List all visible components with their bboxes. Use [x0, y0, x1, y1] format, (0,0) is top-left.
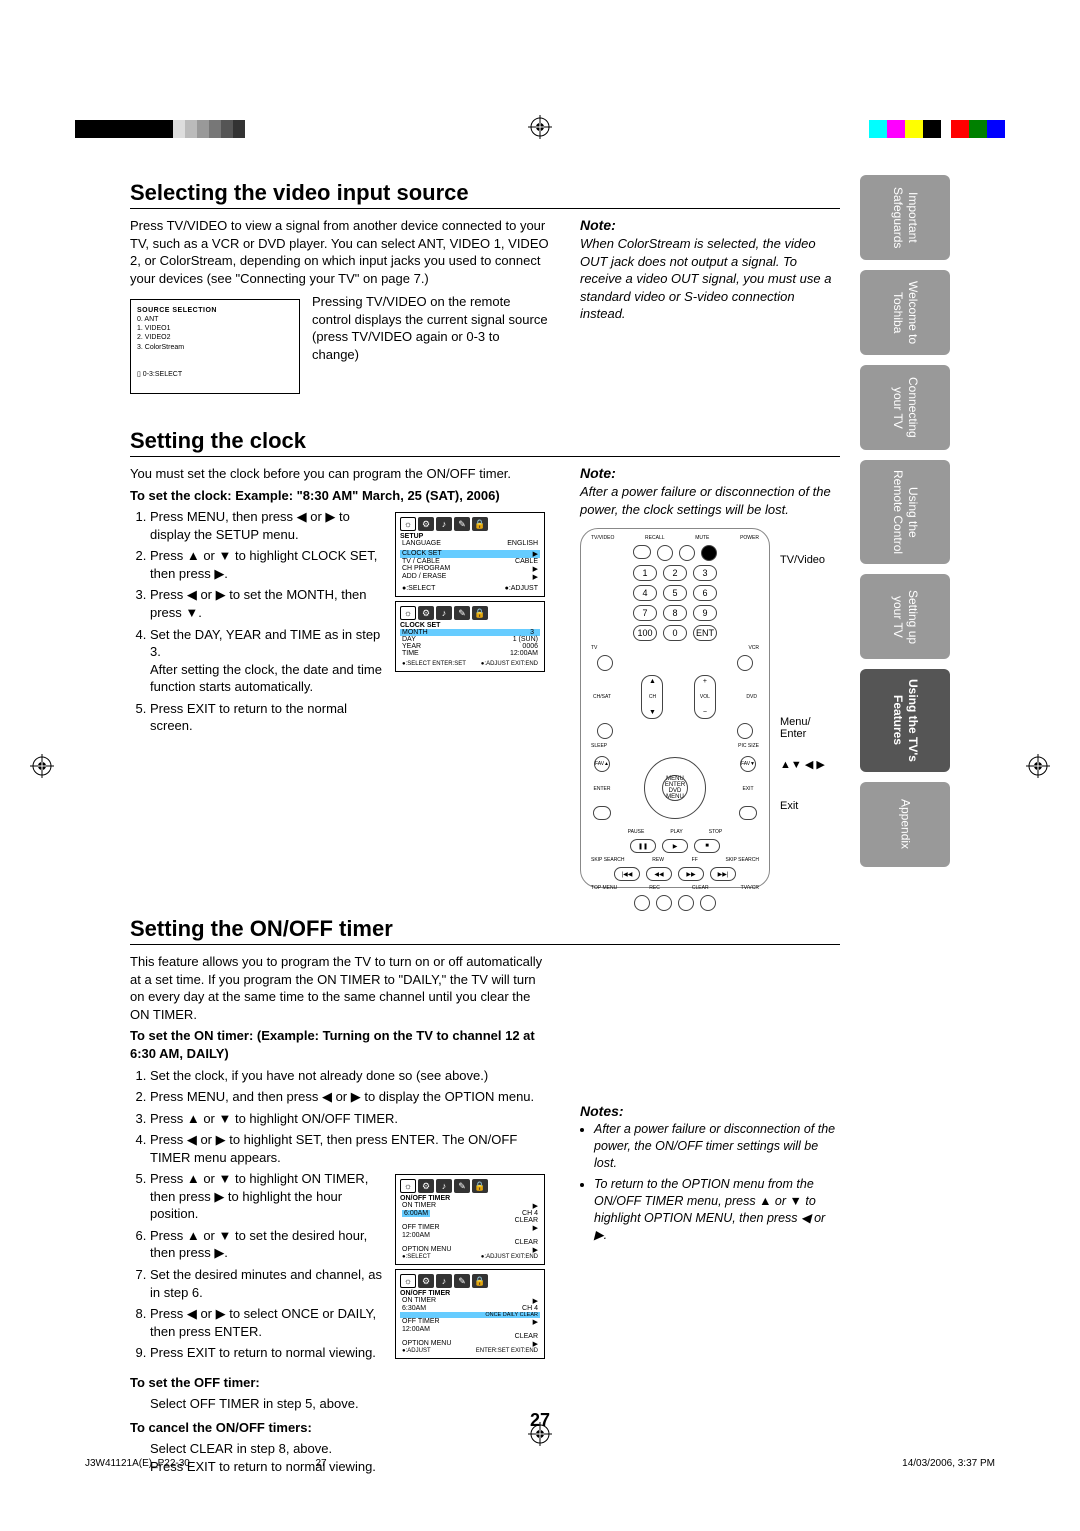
s2-steps-list: Press MENU, then press ◀ or ▶ to display…: [130, 508, 383, 739]
registration-bar-right: [869, 120, 1005, 138]
remote-label-arrows: ▲▼ ◀ ▶: [780, 758, 825, 771]
s2-intro: You must set the clock before you can pr…: [130, 465, 550, 483]
tab-appendix: Appendix: [860, 782, 950, 867]
side-tabs: ImportantSafeguards Welcome toToshiba Co…: [860, 175, 950, 1482]
tab-remote: Using theRemote Control: [860, 460, 950, 564]
footer-right: 14/03/2006, 3:37 PM: [902, 1458, 995, 1469]
note-heading: Note:: [580, 217, 840, 233]
tab-features: Using the TV'sFeatures: [860, 669, 950, 772]
crop-mark-left: [30, 754, 54, 778]
source-selection-diagram: SOURCE SELECTION 0. ANT 1. VIDEO1 2. VID…: [130, 299, 300, 394]
s1-note: When ColorStream is selected, the video …: [580, 235, 840, 323]
s3-off-p: Select OFF TIMER in step 5, above.: [150, 1395, 550, 1413]
note-heading: Note:: [580, 465, 840, 481]
s3-off-h: To set the OFF timer:: [130, 1374, 550, 1392]
s3-steps-list: Set the clock, if you have not already d…: [130, 1067, 550, 1167]
s3-toset: To set the ON timer: (Example: Turning o…: [130, 1027, 550, 1062]
tab-safeguards: ImportantSafeguards: [860, 175, 950, 260]
s2-toset: To set the clock: Example: "8:30 AM" Mar…: [130, 487, 550, 505]
osd-onoff-2: ☼⚙♪✎🔒 ON/OFF TIMER ON TIMER▶ 6:30AMCH 4 …: [395, 1269, 545, 1359]
page-number: 27: [530, 1410, 550, 1431]
osd-setup: ☼⚙♪✎🔒 SETUP LANGUAGEENGLISH CLOCK SET▶ T…: [395, 512, 545, 597]
osd-clockset: ☼⚙♪✎🔒 CLOCK SET MONTH3 DAY1 (SUN) YEAR00…: [395, 601, 545, 672]
s3-steps-list-2: Press ▲ or ▼ to highlight ON TIMER, then…: [130, 1170, 383, 1365]
remote-label-tvvideo: TV/Video: [780, 554, 825, 566]
s3-cancel-h: To cancel the ON/OFF timers:: [130, 1419, 550, 1437]
crop-mark-top: [528, 115, 552, 139]
footer-left: J3W41121A(E)_P22-30 27: [85, 1458, 327, 1469]
tab-settingup: Setting upyour TV: [860, 574, 950, 659]
tab-connecting: Connectingyour TV: [860, 365, 950, 450]
heading-clock: Setting the clock: [130, 428, 840, 457]
heading-video-source: Selecting the video input source: [130, 180, 840, 209]
s3-notes-list: After a power failure or disconnection o…: [580, 1121, 840, 1243]
notes-heading: Notes:: [580, 1103, 840, 1119]
s3-cancel-p1: Select CLEAR in step 8, above.: [150, 1440, 550, 1458]
s1-press-text: Pressing TV/VIDEO on the remote control …: [312, 293, 550, 396]
registration-bar-left: [75, 120, 245, 138]
s3-intro: This feature allows you to program the T…: [130, 953, 550, 1023]
crop-mark-right: [1026, 754, 1050, 778]
osd-onoff-1: ☼⚙♪✎🔒 ON/OFF TIMER ON TIMER▶ 6:00AMCH 4 …: [395, 1174, 545, 1265]
remote-label-exit: Exit: [780, 800, 798, 812]
s1-paragraph: Press TV/VIDEO to view a signal from ano…: [130, 217, 550, 287]
s2-note: After a power failure or disconnection o…: [580, 483, 840, 518]
remote-control-diagram: TV/VIDEO RECALL MUTE POWER 123 456 789 1…: [580, 528, 770, 888]
tab-welcome: Welcome toToshiba: [860, 270, 950, 355]
remote-label-menu: Menu/ Enter: [780, 716, 811, 740]
heading-onoff: Setting the ON/OFF timer: [130, 916, 840, 945]
